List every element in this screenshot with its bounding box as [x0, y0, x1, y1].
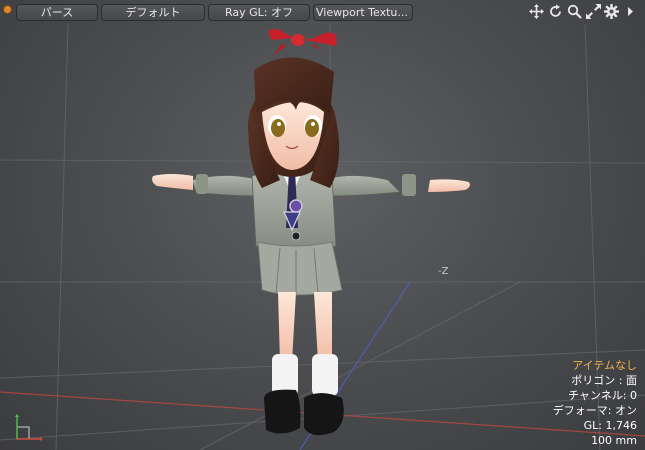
info-grid-unit: 100 mm [591, 434, 637, 447]
character-model[interactable] [0, 0, 645, 450]
info-deformer: デフォーマ: オン [552, 404, 637, 417]
axis-label-neg-z: -Z [438, 266, 449, 277]
info-selected-item: アイテムなし [572, 359, 637, 372]
info-channel: チャンネル: 0 [568, 389, 637, 402]
3d-viewport[interactable]: パース デフォルト Ray GL: オフ Viewport Textu... -… [0, 0, 645, 450]
viewport-info-panel: アイテムなし ポリゴン : 面 チャンネル: 0 デフォーマ: オン GL: 1… [553, 358, 637, 448]
info-gl-count: GL: 1,746 [583, 419, 637, 432]
axis-gizmo-icon [15, 414, 43, 441]
info-polygon-mode: ポリゴン : 面 [571, 374, 637, 387]
